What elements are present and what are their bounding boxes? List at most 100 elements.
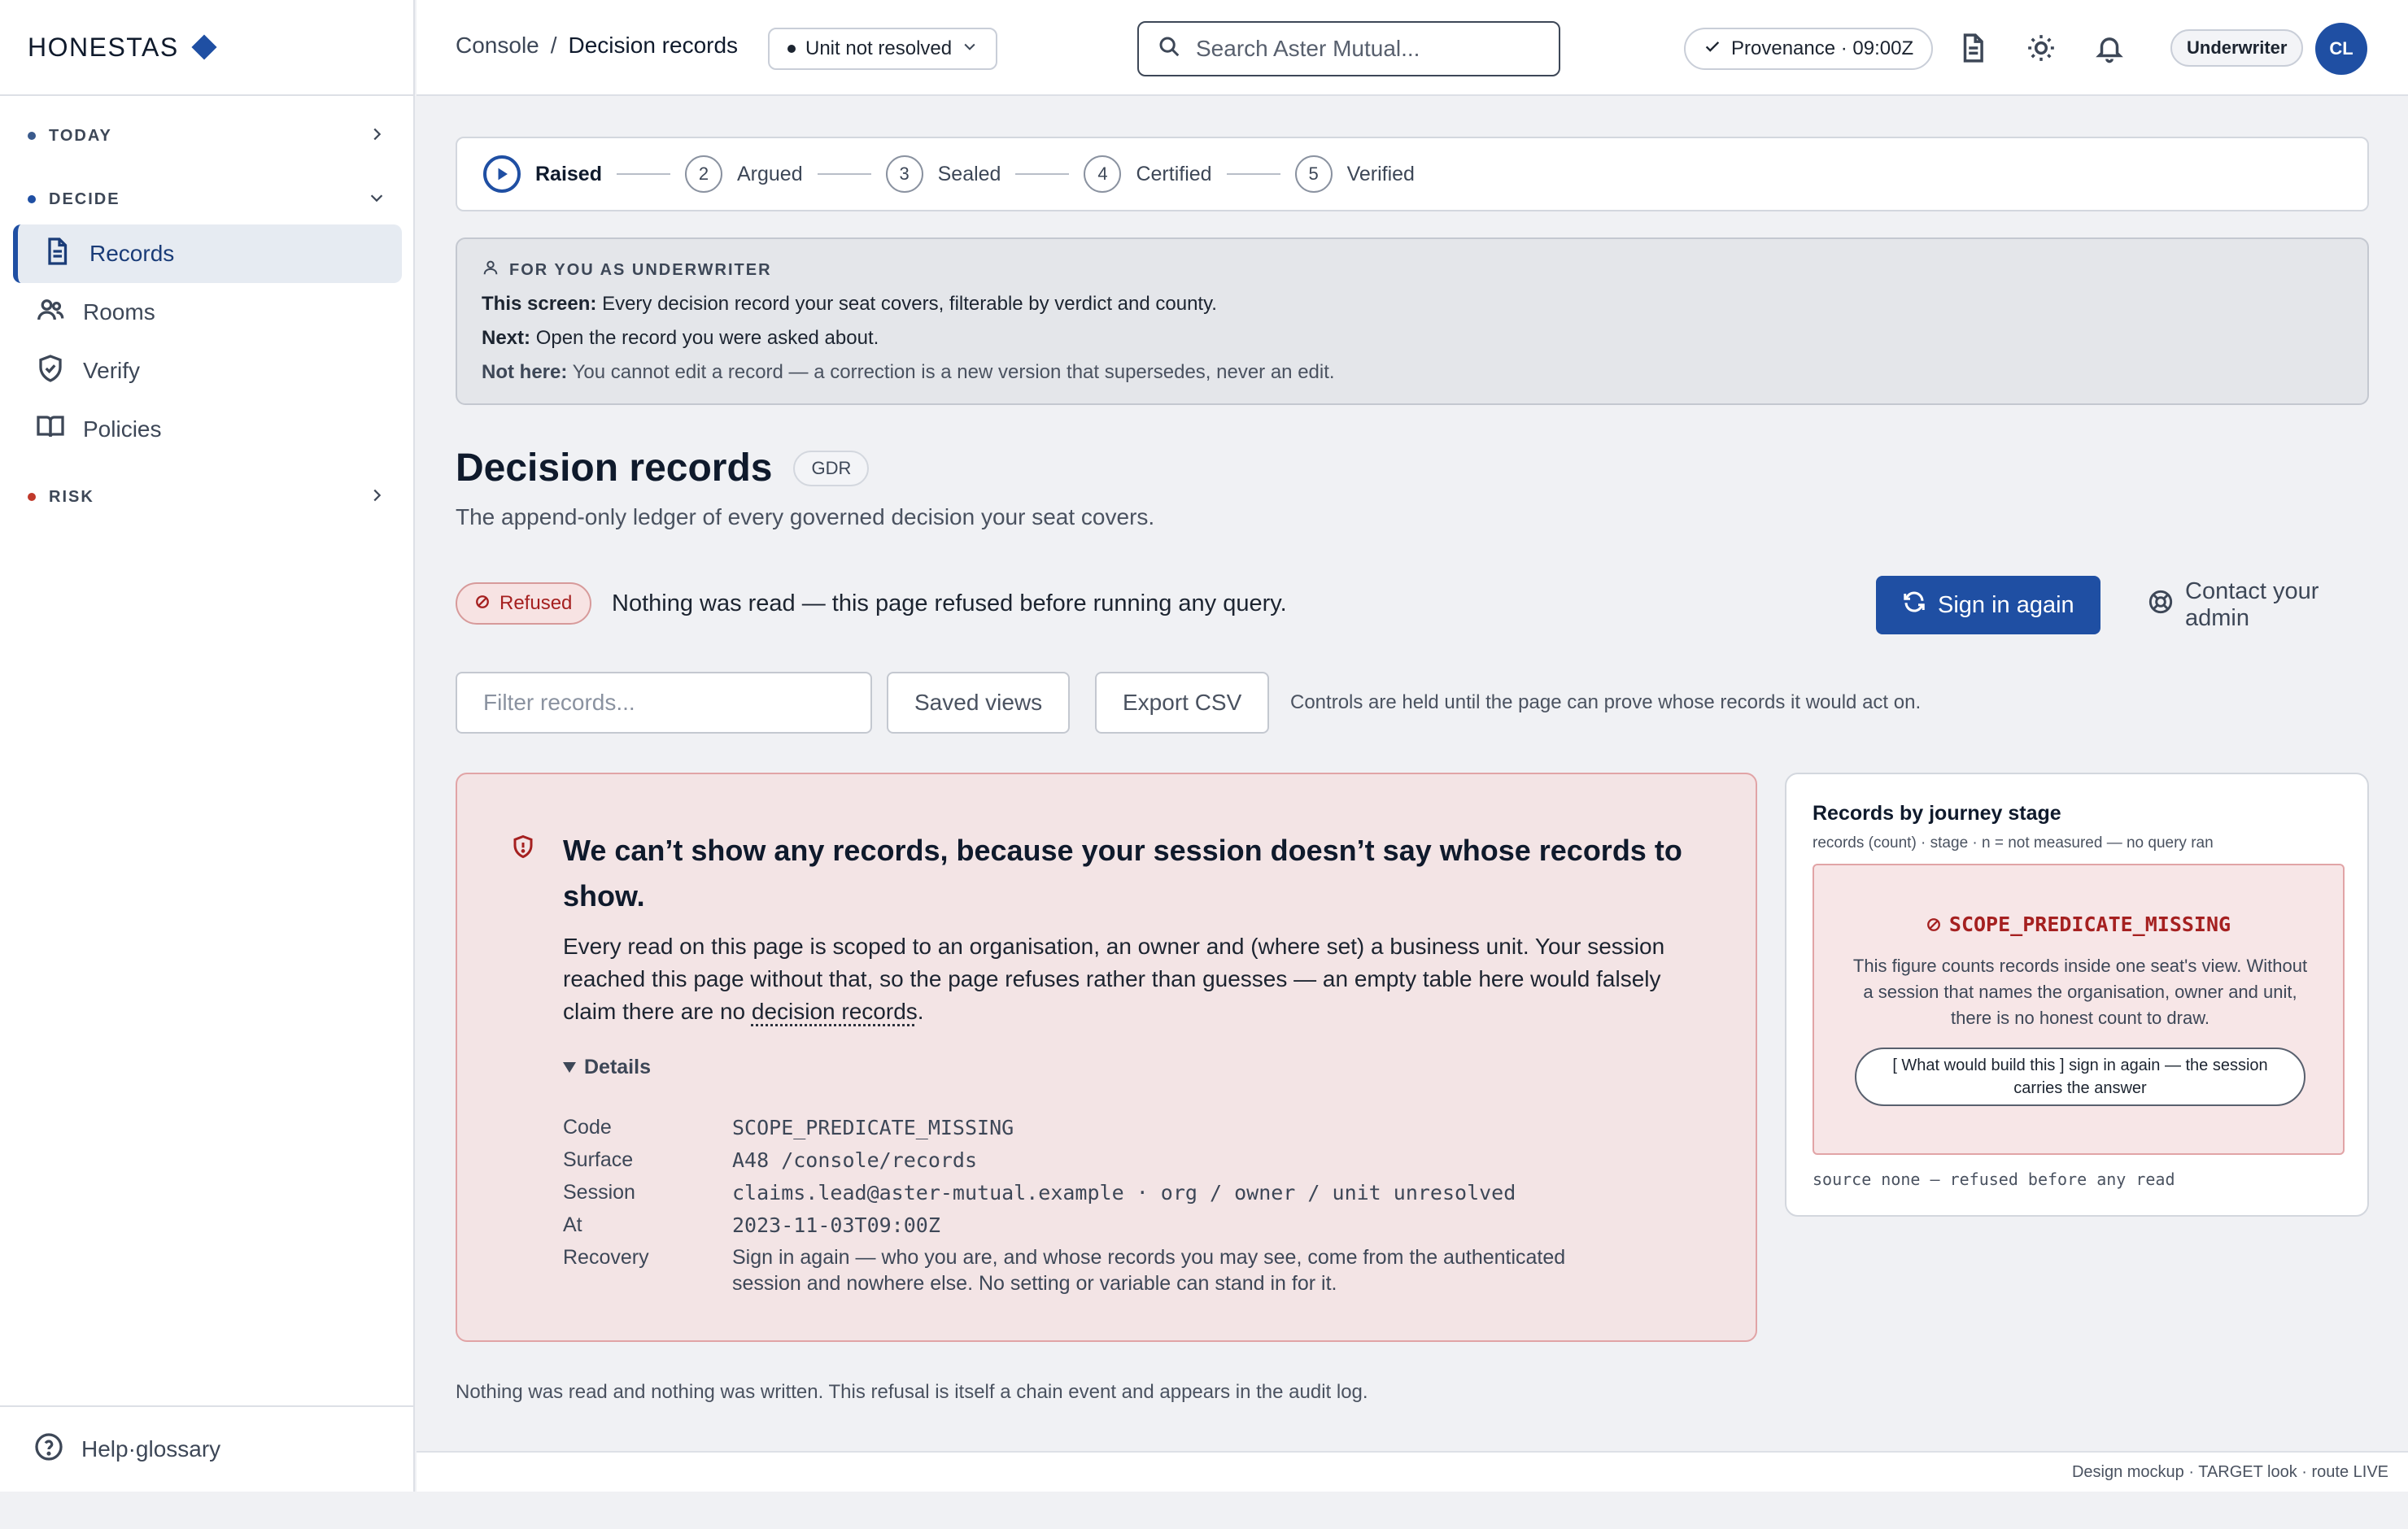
topbar: Console / Decision records Unit not reso…	[417, 0, 2408, 96]
avatar[interactable]: CL	[2315, 23, 2367, 75]
guide-label: This screen:	[482, 293, 597, 315]
chevron-down-icon	[368, 189, 386, 211]
section-dot	[28, 195, 36, 203]
detail-key: At	[563, 1213, 582, 1236]
page-heading: Decision records	[456, 447, 773, 490]
detail-key: Session	[563, 1181, 635, 1204]
step-verified[interactable]: 5 Verified	[1294, 155, 1415, 193]
sidebar-item-label: Verify	[83, 358, 141, 383]
button-label: Sign in again	[1938, 591, 2074, 618]
sidebar-item-records[interactable]: Records	[13, 224, 402, 283]
controls-held-note: Controls are held until the page can pro…	[1290, 691, 1922, 713]
step-connector	[616, 173, 670, 175]
document-icon	[42, 237, 72, 272]
step-number: 4	[1084, 155, 1122, 193]
triangle-down-icon	[563, 1062, 576, 1073]
step-number: 3	[885, 155, 923, 193]
breadcrumb-root[interactable]: Console	[456, 33, 539, 59]
sun-icon[interactable]	[2026, 33, 2057, 63]
guide-text: Every decision record your seat covers, …	[602, 293, 1217, 315]
contact-admin-button[interactable]: Contact your admin	[2135, 576, 2369, 634]
guide-this-screen: This screen: Every decision record your …	[482, 293, 2343, 316]
shield-check-icon	[36, 354, 65, 389]
detail-value: A48 /console/records	[732, 1148, 978, 1172]
sidebar-item-label: Records	[89, 241, 175, 266]
status-dot	[787, 45, 796, 53]
nav-section-decide[interactable]: DECIDE	[28, 183, 386, 216]
error-body: Every read on this page is scoped to an …	[563, 930, 1702, 1028]
document-icon[interactable]	[1957, 33, 1988, 63]
stage-code-text: SCOPE_PREDICATE_MISSING	[1948, 913, 2231, 936]
audit-footnote: Nothing was read and nothing was written…	[456, 1381, 1368, 1403]
filter-records-input[interactable]: Filter records...	[456, 672, 872, 734]
check-icon	[1703, 37, 1721, 61]
records-by-stage-card: Records by journey stage records (count)…	[1785, 773, 2369, 1217]
nav-section-label: DECIDE	[49, 189, 120, 208]
sidebar-item-policies[interactable]: Policies	[13, 400, 402, 459]
brand[interactable]: HONESTAS	[0, 0, 413, 96]
step-label: Verified	[1346, 162, 1415, 185]
refusal-message: Nothing was read — this page refused bef…	[612, 590, 1287, 616]
step-label: Raised	[535, 162, 602, 185]
sidebar-item-verify[interactable]: Verify	[13, 342, 402, 400]
brand-diamond-icon	[191, 34, 217, 60]
chevron-down-icon	[962, 37, 978, 60]
refused-status-badge: Refused	[456, 582, 592, 625]
records-controls: Filter records... Saved views Export CSV…	[456, 672, 2369, 734]
guide-heading-text: FOR YOU AS UNDERWRITER	[509, 260, 772, 279]
guide-label: Next:	[482, 327, 531, 349]
page-subtitle: The append-only ledger of every governed…	[456, 504, 1155, 529]
guide-label: Not here:	[482, 361, 568, 383]
error-body-end: .	[917, 999, 924, 1024]
stage-refused-panel: SCOPE_PREDICATE_MISSING This figure coun…	[1813, 864, 2345, 1155]
step-certified[interactable]: 4 Certified	[1084, 155, 1212, 193]
stage-error-code: SCOPE_PREDICATE_MISSING	[1814, 913, 2343, 936]
provenance-badge[interactable]: Provenance · 09:00Z	[1684, 28, 1934, 70]
step-number: 2	[684, 155, 722, 193]
glossary-link-decision-records[interactable]: decision records	[752, 999, 918, 1024]
nav-section-label: RISK	[49, 487, 94, 506]
unit-selector[interactable]: Unit not resolved	[768, 28, 998, 70]
scope-error-card: We can’t show any records, because your …	[456, 773, 1757, 1342]
search-input[interactable]: Search Aster Mutual...	[1137, 21, 1560, 76]
export-csv-button[interactable]: Export CSV	[1095, 672, 1270, 734]
saved-views-button[interactable]: Saved views	[887, 672, 1071, 734]
sidebar-item-rooms[interactable]: Rooms	[13, 283, 402, 342]
users-icon	[36, 295, 65, 330]
details-toggle[interactable]: Details	[563, 1056, 651, 1079]
stage-card-subtitle: records (count) · stage · n = not measur…	[1813, 834, 2214, 852]
brand-logo-text: HONESTAS	[28, 32, 179, 62]
step-label: Sealed	[937, 162, 1001, 185]
refusal-banner: Refused Nothing was read — this page ref…	[456, 576, 2369, 634]
sidebar-item-label: Rooms	[83, 299, 155, 325]
page-title: Decision records GDR	[456, 446, 870, 490]
nav-section-risk[interactable]: RISK	[28, 481, 386, 513]
breadcrumb-separator: /	[550, 33, 557, 58]
what-would-build-this-button[interactable]: [ What would build this ] sign in again …	[1855, 1048, 2305, 1106]
detail-key: Recovery	[563, 1246, 649, 1269]
refused-label: Refused	[499, 592, 573, 614]
stage-explanation: This figure counts records inside one se…	[1852, 956, 2308, 1028]
nav-section-today[interactable]: TODAY	[28, 120, 386, 152]
step-raised[interactable]: Raised	[483, 155, 602, 193]
error-title: We can’t show any records, because your …	[563, 834, 1682, 913]
detail-value: Sign in again — who you are, and whose r…	[732, 1246, 1566, 1295]
detail-value: 2023-11-03T09:00Z	[732, 1213, 940, 1237]
main-content: Raised 2 Argued 3 Sealed 4 Certified 5 V…	[417, 96, 2408, 1451]
role-badge[interactable]: Underwriter	[2170, 29, 2304, 67]
search-placeholder: Search Aster Mutual...	[1196, 36, 1420, 61]
step-label: Argued	[736, 162, 803, 185]
user-icon	[482, 259, 499, 281]
step-argued[interactable]: 2 Argued	[684, 155, 803, 193]
sidebar-help-glossary[interactable]: Help·glossary	[0, 1405, 413, 1492]
step-connector	[1015, 173, 1070, 175]
bell-icon[interactable]	[2094, 33, 2125, 63]
journey-stepper: Raised 2 Argued 3 Sealed 4 Certified 5 V…	[456, 137, 2369, 211]
section-dot	[28, 493, 36, 501]
chevron-right-icon	[368, 125, 386, 147]
step-number: 5	[1294, 155, 1333, 193]
sidebar: HONESTAS TODAY DECIDE Records Rooms Veri…	[0, 0, 415, 1492]
step-sealed[interactable]: 3 Sealed	[885, 155, 1001, 193]
sign-in-again-button[interactable]: Sign in again	[1876, 576, 2100, 634]
step-label: Certified	[1136, 162, 1212, 185]
